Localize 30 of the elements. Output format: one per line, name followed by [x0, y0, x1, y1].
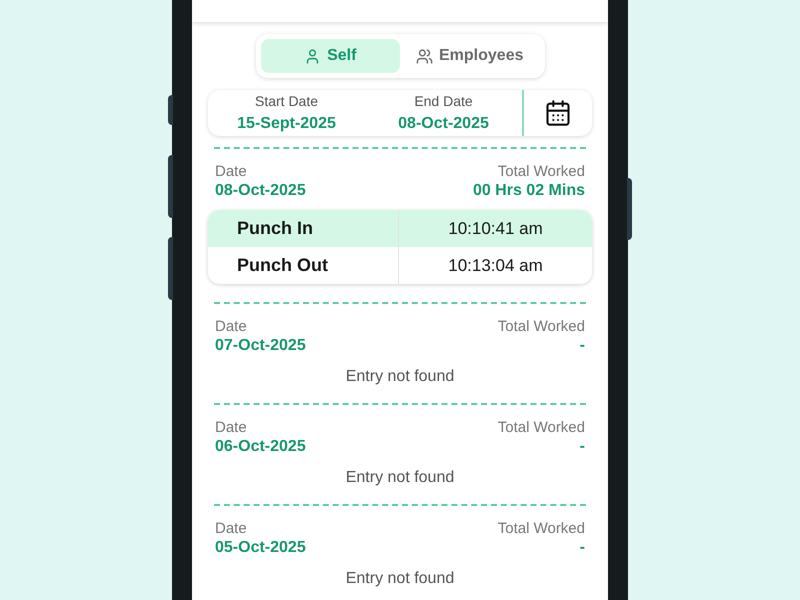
date-label: Date	[215, 519, 248, 538]
total-worked-label: Total Worked	[498, 317, 585, 336]
total-worked-label: Total Worked	[498, 162, 585, 181]
date-value: 05-Oct-2025	[215, 538, 306, 557]
date-label: Date	[215, 162, 248, 181]
start-date-label: Start Date	[254, 92, 318, 110]
total-worked-value: 00 Hrs 02 Mins	[472, 181, 585, 200]
tab[interactable]: Self	[260, 39, 400, 73]
total-worked-value: -	[580, 538, 585, 557]
total-worked-label: Total Worked	[498, 418, 585, 437]
empty-message: Entry not found	[346, 367, 454, 387]
total-worked-value: -	[580, 437, 585, 456]
punch-label: Punch In	[237, 217, 313, 240]
end-date-label: End Date	[414, 92, 473, 110]
punch-time: 10:10:41 am	[448, 218, 543, 240]
date-value: 06-Oct-2025	[215, 437, 306, 456]
calendar-icon	[544, 99, 572, 127]
empty-message: Entry not found	[346, 468, 454, 488]
total-worked-value: -	[580, 336, 585, 355]
punch-label: Punch Out	[237, 254, 328, 277]
total-worked-label: Total Worked	[498, 519, 585, 538]
date-label: Date	[215, 317, 248, 336]
date-value: 07-Oct-2025	[215, 336, 306, 355]
start-date[interactable]: 15-Sept-2025	[237, 112, 336, 136]
end-date[interactable]: 08-Oct-2025	[398, 112, 489, 136]
people-icon	[416, 48, 433, 64]
empty-message: Entry not found	[346, 569, 454, 589]
date-value: 08-Oct-2025	[215, 181, 306, 200]
date-label: Date	[215, 418, 248, 437]
punch-time: 10:13:04 am	[448, 254, 543, 277]
